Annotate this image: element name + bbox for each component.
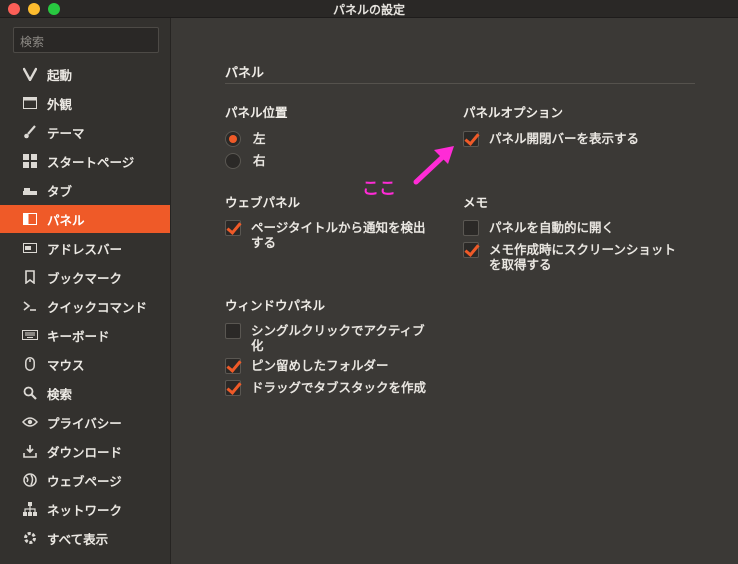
- sidebar-item-keyboard[interactable]: キーボード: [0, 321, 170, 349]
- pinned-folders-checkbox[interactable]: [225, 358, 241, 374]
- settings-content: パネル パネル位置 左 右 ウェブパネル ページタイトルから通知を検出する ウィ…: [172, 18, 738, 564]
- sidebar-item-label: 外観: [47, 96, 73, 112]
- notes-screenshot-option[interactable]: メモ作成時にスクリーンショットを取得する: [463, 242, 683, 272]
- single-click-checkbox[interactable]: [225, 323, 241, 339]
- sidebar-item-startup[interactable]: 起動: [0, 60, 170, 88]
- show-toggle-bar-label: パネル開閉バーを表示する: [489, 131, 640, 146]
- show-toggle-bar-option[interactable]: パネル開閉バーを表示する: [463, 131, 639, 147]
- window-panel-heading: ウィンドウパネル: [225, 298, 326, 313]
- gear-icon: [22, 530, 38, 546]
- radio-right-button[interactable]: [225, 153, 241, 169]
- sidebar-item-search[interactable]: 検索: [0, 379, 170, 407]
- sidebar-item-bookmarks[interactable]: ブックマーク: [0, 263, 170, 291]
- detect-notifications-label: ページタイトルから通知を検出する: [251, 220, 426, 250]
- detect-notifications-option[interactable]: ページタイトルから通知を検出する: [225, 220, 437, 250]
- radio-right[interactable]: 右: [225, 153, 266, 169]
- notes-screenshot-label: メモ作成時にスクリーンショットを取得する: [489, 242, 676, 272]
- pinned-folders-label: ピン留めしたフォルダー: [251, 358, 389, 373]
- sidebar-item-label: タブ: [47, 183, 73, 199]
- sidebar-item-mouse[interactable]: マウス: [0, 350, 170, 378]
- radio-right-label: 右: [253, 153, 266, 168]
- sidebar-item-start-page[interactable]: スタートページ: [0, 147, 170, 175]
- web-panels-heading: ウェブパネル: [225, 195, 301, 210]
- single-click-option[interactable]: シングルクリックでアクティブ化: [225, 323, 437, 353]
- grid-icon: [22, 153, 38, 169]
- notes-open-auto-option[interactable]: パネルを自動的に開く: [463, 220, 614, 236]
- radio-left-button[interactable]: [225, 131, 241, 147]
- tab-icon: [22, 182, 38, 198]
- brush-icon: [22, 124, 38, 140]
- sidebar-item-label: キーボード: [47, 328, 110, 344]
- bookmark-icon: [22, 269, 38, 285]
- globe-icon: [22, 472, 38, 488]
- search-icon: [22, 385, 38, 401]
- sidebar-item-label: ウェブページ: [47, 473, 122, 489]
- sidebar-item-label: ダウンロード: [47, 444, 123, 460]
- show-toggle-bar-checkbox[interactable]: [463, 131, 479, 147]
- title-bar: パネルの設定: [0, 0, 738, 18]
- search-input[interactable]: 検索: [13, 27, 159, 53]
- section-divider: [225, 83, 695, 84]
- notes-open-auto-checkbox[interactable]: [463, 220, 479, 236]
- prompt-icon: [22, 298, 38, 314]
- sidebar-item-quick-commands[interactable]: クイックコマンド: [0, 292, 170, 320]
- panel-position-heading: パネル位置: [225, 105, 288, 120]
- sidebar-item-privacy[interactable]: プライバシー: [0, 408, 170, 436]
- radio-left-label: 左: [253, 131, 266, 146]
- annotation-text: ここ: [362, 179, 396, 199]
- window-icon: [22, 95, 38, 111]
- drag-stack-label: ドラッグでタブスタックを作成: [251, 380, 427, 395]
- sidebar-item-label: 起動: [47, 67, 73, 83]
- keyboard-icon: [22, 327, 38, 343]
- sidebar-item-webpages[interactable]: ウェブページ: [0, 466, 170, 494]
- sidebar-item-label: 検索: [47, 386, 73, 402]
- vivaldi-icon: [22, 66, 38, 82]
- notes-heading: メモ: [463, 195, 489, 210]
- drag-stack-option[interactable]: ドラッグでタブスタックを作成: [225, 380, 426, 396]
- window-title: パネルの設定: [332, 3, 405, 17]
- sidebar-item-label: スタートページ: [47, 154, 135, 170]
- sidebar-item-label: クイックコマンド: [47, 299, 148, 315]
- sidebar-item-theme[interactable]: テーマ: [0, 118, 170, 146]
- sidebar-item-panels[interactable]: パネル: [0, 205, 170, 233]
- panel-options-heading: パネルオプション: [463, 105, 564, 120]
- eye-icon: [22, 414, 38, 430]
- sidebar-item-label: マウス: [47, 357, 85, 373]
- sidebar-item-address-bar[interactable]: アドレスバー: [0, 234, 170, 262]
- notes-open-auto-label: パネルを自動的に開く: [489, 220, 615, 235]
- sidebar-item-tabs[interactable]: タブ: [0, 176, 170, 204]
- sidebar-item-appearance[interactable]: 外観: [0, 89, 170, 117]
- sidebar-item-downloads[interactable]: ダウンロード: [0, 437, 170, 465]
- pinned-folders-option[interactable]: ピン留めしたフォルダー: [225, 358, 389, 374]
- single-click-label: シングルクリックでアクティブ化: [251, 323, 425, 353]
- section-title: パネル: [225, 66, 265, 81]
- sidebar-item-label: ネットワーク: [47, 502, 123, 518]
- sidebar: 検索 起動 外観 テーマ スタートページ タブ パネル アドレスバー ブックマー…: [0, 18, 171, 564]
- detect-notifications-checkbox[interactable]: [225, 220, 241, 236]
- sidebar-item-label: アドレスバー: [47, 241, 123, 257]
- annotation-arrow-icon: [413, 146, 454, 185]
- mouse-icon: [22, 356, 38, 372]
- sidebar-item-network[interactable]: ネットワーク: [0, 495, 170, 523]
- download-icon: [22, 443, 38, 459]
- sidebar-item-show-all[interactable]: すべて表示: [0, 524, 170, 552]
- drag-stack-checkbox[interactable]: [225, 380, 241, 396]
- sidebar-item-label: テーマ: [47, 125, 85, 141]
- panel-icon: [22, 211, 38, 227]
- notes-screenshot-checkbox[interactable]: [463, 242, 479, 258]
- sidebar-item-label: すべて表示: [47, 531, 109, 547]
- network-icon: [22, 501, 38, 517]
- radio-left[interactable]: 左: [225, 131, 266, 147]
- sidebar-item-label: ブックマーク: [47, 270, 123, 286]
- sidebar-item-label: パネル: [47, 212, 85, 228]
- address-bar-icon: [22, 240, 38, 256]
- sidebar-item-label: プライバシー: [47, 415, 122, 431]
